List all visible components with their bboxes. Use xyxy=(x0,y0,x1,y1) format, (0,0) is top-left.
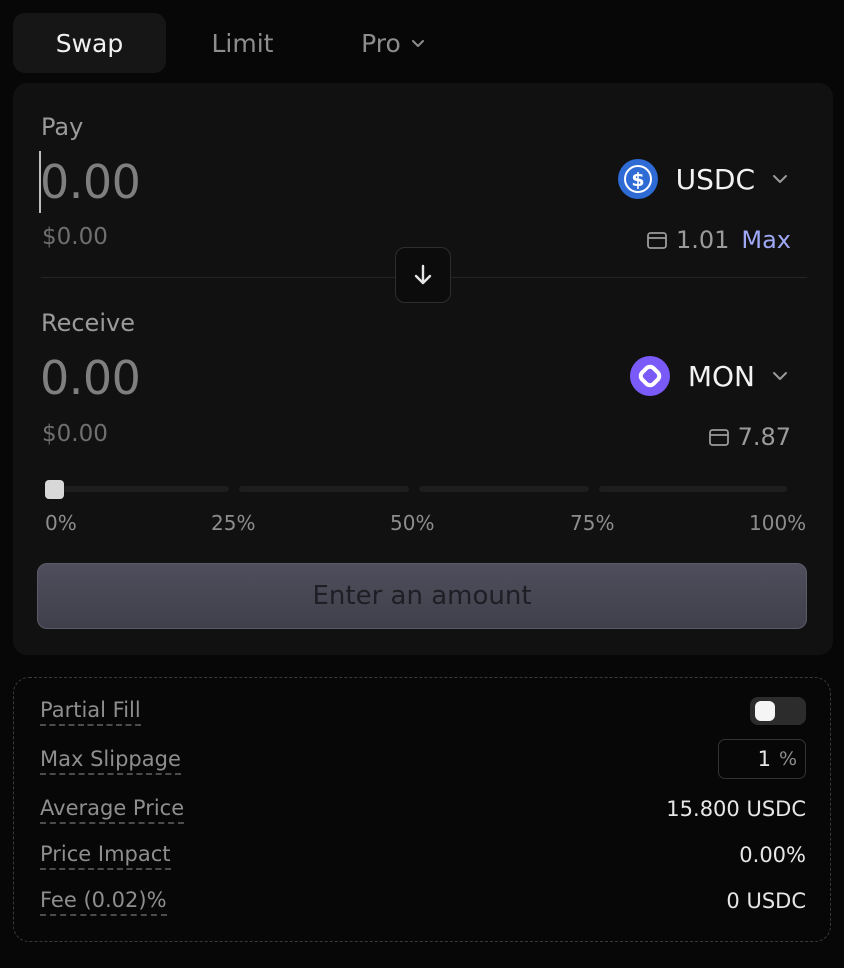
slider-track-segment[interactable] xyxy=(599,486,787,492)
slider-mark[interactable]: 50% xyxy=(390,511,434,535)
slider-track-segment[interactable] xyxy=(49,486,229,492)
swap-direction-button[interactable] xyxy=(395,247,451,303)
chevron-down-icon xyxy=(411,40,424,47)
tab-limit[interactable]: Limit xyxy=(166,13,319,73)
wallet-icon xyxy=(708,429,729,446)
max-slippage-unit: % xyxy=(778,748,797,770)
partial-fill-label: Partial Fill xyxy=(40,698,141,726)
svg-text:$: $ xyxy=(631,169,644,191)
slider-track-segment[interactable] xyxy=(239,486,409,492)
chevron-down-icon xyxy=(773,372,787,380)
fee-value: 0 USDC xyxy=(726,889,806,913)
trade-mode-tabs: Swap Limit Pro xyxy=(13,13,469,73)
arrow-down-icon xyxy=(414,264,432,285)
max-slippage-input[interactable]: 1 % xyxy=(718,739,806,779)
tab-pro[interactable]: Pro xyxy=(319,13,469,73)
slider-mark[interactable]: 25% xyxy=(211,511,255,535)
swap-settings-panel: Partial Fill Max Slippage 1 % Average Pr… xyxy=(13,677,831,942)
pay-balance: 1.01 Max xyxy=(646,226,791,254)
max-button[interactable]: Max xyxy=(741,226,791,254)
partial-fill-toggle[interactable] xyxy=(750,697,806,725)
pay-amount-input[interactable]: 0.00 xyxy=(40,155,141,209)
chevron-down-icon xyxy=(773,175,787,183)
price-impact-label: Price Impact xyxy=(40,842,171,870)
average-price-value: 15.800 USDC xyxy=(666,797,806,821)
slider-mark[interactable]: 100% xyxy=(749,511,806,535)
receive-balance: 7.87 xyxy=(708,423,791,451)
enter-amount-button[interactable]: Enter an amount xyxy=(37,563,807,629)
slider-mark[interactable]: 0% xyxy=(45,511,77,535)
fee-label: Fee (0.02)% xyxy=(40,888,167,916)
tab-pro-label: Pro xyxy=(361,28,401,58)
tab-swap[interactable]: Swap xyxy=(13,13,166,73)
pay-balance-value: 1.01 xyxy=(675,226,730,254)
wallet-icon xyxy=(647,232,667,249)
toggle-knob xyxy=(755,701,775,721)
price-impact-value: 0.00% xyxy=(739,843,806,867)
pay-usd-value: $0.00 xyxy=(42,224,108,250)
pay-label: Pay xyxy=(41,113,84,141)
slider-track-segment[interactable] xyxy=(419,486,589,492)
max-slippage-label: Max Slippage xyxy=(40,747,181,775)
receive-token-symbol: MON xyxy=(687,359,755,393)
receive-usd-value: $0.00 xyxy=(42,421,108,447)
receive-balance-value: 7.87 xyxy=(737,423,791,451)
max-slippage-value: 1 xyxy=(757,747,771,771)
slider-mark[interactable]: 75% xyxy=(570,511,614,535)
receive-amount[interactable]: 0.00 xyxy=(40,351,141,405)
swap-card: Pay 0.00 $0.00 $ USDC 1.01 Max Receive 0… xyxy=(13,83,833,655)
average-price-label: Average Price xyxy=(40,796,185,824)
receive-token-selector[interactable]: MON xyxy=(629,356,791,396)
percentage-slider-handle[interactable] xyxy=(45,480,64,499)
pay-token-selector[interactable]: $ USDC xyxy=(617,159,791,199)
pay-token-symbol: USDC xyxy=(675,162,755,196)
usdc-logo-icon: $ xyxy=(617,159,658,199)
receive-label: Receive xyxy=(41,309,135,337)
monad-logo-icon xyxy=(629,356,670,396)
